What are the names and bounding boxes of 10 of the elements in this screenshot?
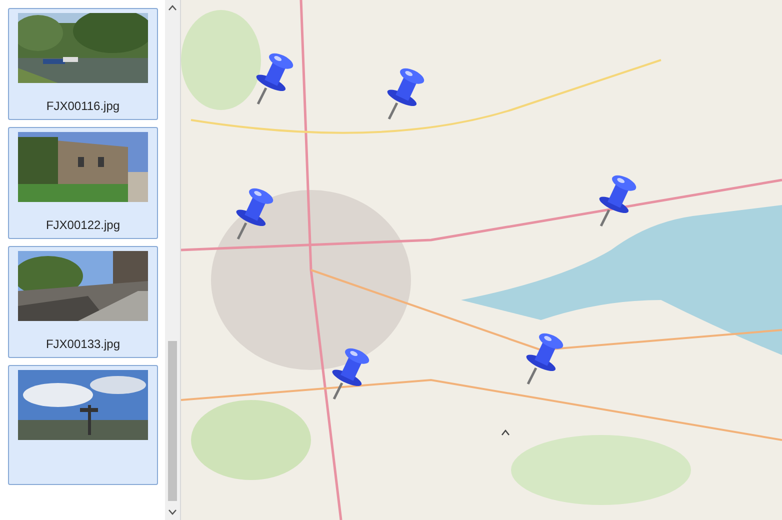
thumbnail-card[interactable]: FJX00133.jpg — [8, 246, 158, 358]
thumbnail-card[interactable]: FJX00116.jpg — [8, 8, 158, 120]
file-name: FJX00133.jpg — [46, 336, 120, 353]
thumbnail-card[interactable] — [8, 365, 158, 485]
scrollbar[interactable] — [165, 0, 181, 520]
file-name: FJX00122.jpg — [46, 217, 120, 234]
scrollbar-thumb[interactable] — [168, 341, 177, 501]
file-name: FJX00116.jpg — [46, 98, 120, 115]
caret-up-icon[interactable] — [501, 429, 510, 436]
thumbnail-card[interactable]: FJX00122.jpg — [8, 127, 158, 239]
